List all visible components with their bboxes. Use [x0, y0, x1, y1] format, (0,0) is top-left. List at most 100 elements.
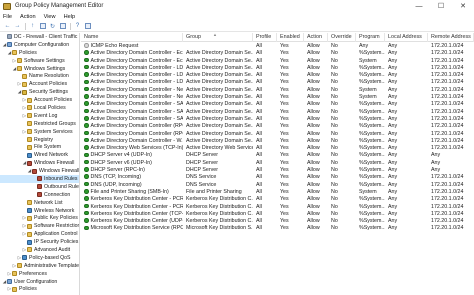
close-button[interactable]: ✕	[452, 0, 474, 12]
forward-arrow-icon[interactable]: →	[13, 22, 22, 30]
tree-item[interactable]: ▷ Application Control	[0, 230, 79, 238]
tree-item[interactable]: ▷ Local Policies	[0, 104, 79, 112]
table-row[interactable]: DNS (UDP, Incoming) DNS Service All Yes Allo…	[81, 182, 474, 189]
tree-item[interactable]: ▷ Public Key Policies	[0, 214, 79, 222]
table-row[interactable]: Active Directory Domain Controller - W..…	[81, 138, 474, 145]
tree-item[interactable]: ▷ System Services	[0, 128, 79, 136]
rule-remote-address-cell: 172.20.1.0/24	[431, 130, 464, 137]
table-row[interactable]: Active Directory Domain Controller - Ec.…	[81, 58, 474, 65]
rule-group-cell: Active Directory Domain Se...	[186, 101, 253, 108]
tree-item[interactable]: ▷ Preferences	[0, 270, 79, 278]
column-header-remote-address[interactable]: Remote Address	[428, 33, 474, 42]
tree-item[interactable]: Inbound Rules	[0, 175, 79, 183]
menu-view[interactable]: View	[44, 14, 56, 20]
table-row[interactable]: Kerberos Key Distribution Center - PCR (…	[81, 196, 474, 203]
table-row[interactable]: DHCP Server v6 (UDP-In) DHCP Server All Yes…	[81, 160, 474, 167]
back-arrow-icon[interactable]: ←	[3, 22, 12, 30]
rule-name-cell: Active Directory Domain Controller - SA.…	[81, 116, 183, 123]
table-row[interactable]: Active Directory Domain Controller (RPC)…	[81, 123, 474, 130]
table-row[interactable]: Active Directory Domain Controller - SA.…	[81, 101, 474, 108]
tree-item[interactable]: ▷ Account Policies	[0, 80, 79, 88]
tree-item[interactable]: Name Resolution	[0, 72, 79, 80]
column-header-group[interactable]: Group	[183, 33, 253, 42]
column-header-action[interactable]: Action	[304, 33, 328, 42]
column-header-profile[interactable]: Profile	[253, 33, 277, 42]
export-list-icon[interactable]	[58, 22, 67, 30]
rule-action-cell: Allow	[307, 181, 320, 188]
table-row[interactable]: Active Directory Domain Controller - SA.…	[81, 109, 474, 116]
column-header-local-address[interactable]: Local Address	[385, 33, 428, 42]
maximize-button[interactable]: ☐	[430, 0, 452, 12]
tree-item[interactable]: ▷ Software Settings	[0, 57, 79, 65]
up-level-icon[interactable]: ↑	[28, 22, 37, 30]
help-icon[interactable]: ?	[73, 22, 82, 30]
table-row[interactable]: Kerberos Key Distribution Center (TCP-In…	[81, 211, 474, 218]
rule-remote-address-cell: 172.20.1.0/24	[431, 50, 464, 57]
table-row[interactable]: Kerberos Key Distribution Center (UDP-In…	[81, 218, 474, 225]
table-row[interactable]: Active Directory Domain Controller - LD.…	[81, 79, 474, 86]
table-row[interactable]: Active Directory Web Services (TCP-In) Ac…	[81, 145, 474, 152]
tree-item-label: Windows Firewall	[34, 160, 75, 167]
refresh-icon[interactable]: ↻	[48, 22, 57, 30]
menu-file[interactable]: File	[3, 14, 12, 20]
tree-item[interactable]: File System	[0, 143, 79, 151]
table-row[interactable]: Active Directory Domain Controller - Ec.…	[81, 50, 474, 57]
tree-item[interactable]: ▷ Event Log	[0, 112, 79, 120]
menu-help[interactable]: Help	[64, 14, 76, 20]
tree-item[interactable]: IP Security Policies	[0, 238, 79, 246]
tree-item[interactable]: ▷ Account Policies	[0, 96, 79, 104]
show-hide-tree-icon[interactable]	[38, 22, 47, 30]
rule-enabled-check-icon	[84, 210, 89, 216]
rule-remote-address-cell: Any	[431, 167, 441, 174]
column-header-program[interactable]: Program	[356, 33, 385, 42]
table-row[interactable]: Active Directory Domain Controller - LD.…	[81, 72, 474, 79]
tree-item[interactable]: ◢ Windows Settings	[0, 65, 79, 73]
tree-item[interactable]: ◢ Security Settings	[0, 88, 79, 96]
tree-item[interactable]: ◢ Windows Firewall	[0, 167, 79, 175]
table-row[interactable]: Kerberos Key Distribution Center - PCR (…	[81, 204, 474, 211]
table-row[interactable]: ICMP Echo Request All Yes Allow No Any Any 172.…	[81, 43, 474, 50]
rule-profile-cell: All	[256, 72, 262, 79]
tree-item[interactable]: ▷ Software Restriction	[0, 222, 79, 230]
tree-item[interactable]: Outbound Rules	[0, 183, 79, 191]
table-row[interactable]: File and Printer Sharing (SMB-In) File an…	[81, 189, 474, 196]
tree-item[interactable]: Registry	[0, 136, 79, 144]
rule-name-text: Active Directory Domain Controller - LD.…	[90, 79, 184, 86]
tree-item[interactable]: ◢ Windows Firewall	[0, 159, 79, 167]
tree-item[interactable]: Network List	[0, 199, 79, 207]
table-row[interactable]: DNS (TCP, Incoming) DNS Service All Yes Allo…	[81, 174, 474, 181]
table-row[interactable]: Active Directory Domain Controller - LD.…	[81, 65, 474, 72]
rule-local-address-cell: Any	[388, 188, 398, 195]
minimize-button[interactable]: —	[408, 0, 430, 12]
tree-item[interactable]: Restricted Groups	[0, 120, 79, 128]
rule-program-cell: %System...	[359, 152, 385, 159]
table-row[interactable]: Active Directory Domain Controller (RPC.…	[81, 131, 474, 138]
table-row[interactable]: Active Directory Domain Controller - SA.…	[81, 116, 474, 123]
table-row[interactable]: DHCP Server v4 (UDP-In) DHCP Server All Yes…	[81, 152, 474, 159]
tree-item[interactable]: ▷ Advanced Audit	[0, 246, 79, 254]
rule-enabled-cell: Yes	[280, 145, 289, 152]
column-header-name[interactable]: Name	[81, 33, 183, 42]
tree-item[interactable]: Wired Network	[0, 151, 79, 159]
table-row[interactable]: Microsoft Key Distribution Service (RPC)…	[81, 225, 474, 232]
table-row[interactable]: DHCP Server (RPC-In) DHCP Server All Yes All…	[81, 167, 474, 174]
rule-profile-cell: All	[256, 181, 262, 188]
tree-item[interactable]: ◢ User Configuration	[0, 278, 79, 286]
tree-item[interactable]: Connection	[0, 191, 79, 199]
table-row[interactable]: Active Directory Domain Controller - Ne.…	[81, 94, 474, 101]
tree-item[interactable]: ▷ Policies	[0, 286, 79, 294]
tree-item[interactable]: ▷ Administrative Templates	[0, 262, 79, 270]
tree-item-label: Public Key Policies	[34, 215, 78, 222]
tree-item[interactable]: DC - Firewall - Client Traffic	[0, 33, 79, 41]
tree-item[interactable]: Wireless Network	[0, 207, 79, 215]
menu-action[interactable]: Action	[20, 14, 36, 20]
properties-icon[interactable]	[83, 22, 92, 30]
tree-item[interactable]: ▷ Policy-based QoS	[0, 254, 79, 262]
column-header-override[interactable]: Override	[328, 33, 356, 42]
table-row[interactable]: Active Directory Domain Controller - Ne.…	[81, 87, 474, 94]
tree-item-label: Outbound Rules	[44, 183, 80, 190]
rule-name-text: Active Directory Domain Controller - LD.…	[90, 64, 184, 71]
tree-item[interactable]: ◢ Policies	[0, 49, 79, 57]
column-header-enabled[interactable]: Enabled	[277, 33, 304, 42]
tree-item[interactable]: ◢ Computer Configuration	[0, 41, 79, 49]
